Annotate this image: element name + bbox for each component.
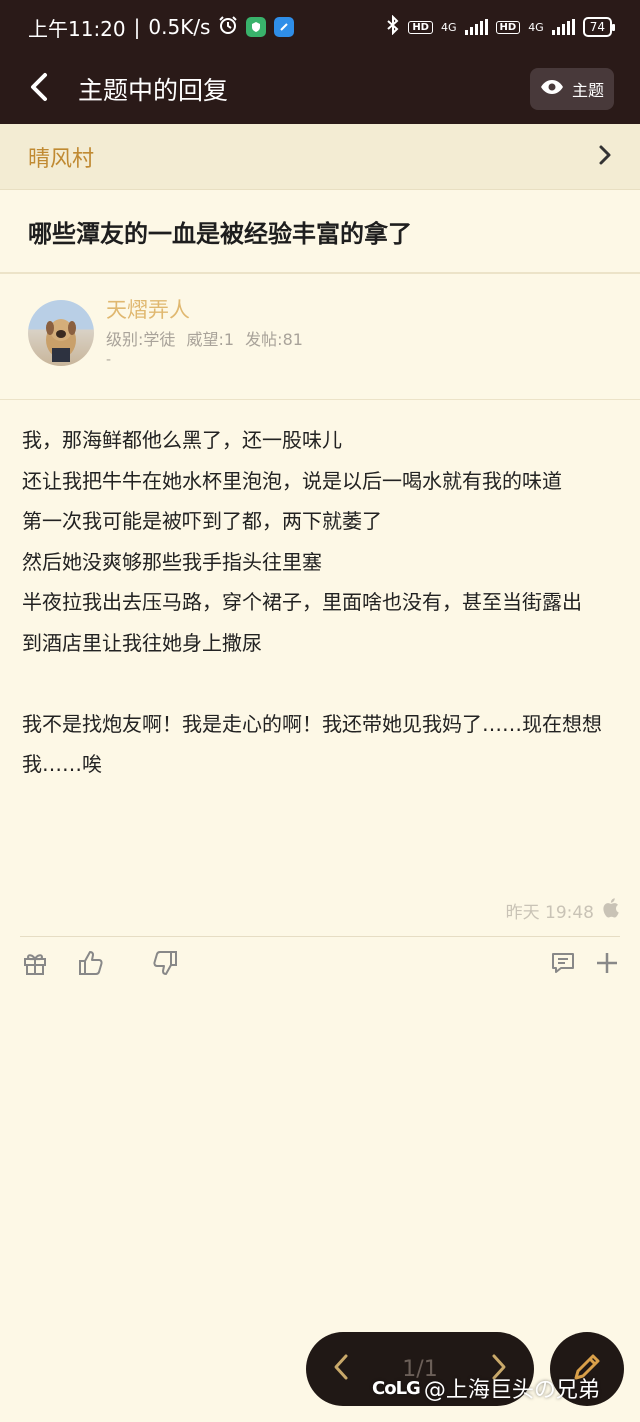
post-time-text: 昨天 19:48 — [505, 903, 594, 923]
network-type-2: 4G — [528, 20, 544, 34]
watermark-logo: CoLG — [372, 1377, 421, 1399]
thumbs-down-icon — [151, 949, 179, 981]
post-line: 我，那海鲜都他么黑了，还一股味儿 — [22, 428, 342, 452]
signal-icon-1 — [464, 19, 488, 35]
page-title: 主题中的回复 — [78, 76, 229, 105]
post-line: 然后她没爽够那些我手指头往里塞 — [22, 549, 322, 574]
post-timestamp: 昨天 19:48 — [506, 898, 620, 923]
view-topic-label: 主题 — [571, 81, 604, 100]
post-line: 还让我把牛牛在她水杯里泡泡，说是以后一喝水就有我的味道 — [22, 468, 562, 493]
post-line: 第一次我可能是被吓到了都，两下就萎了 — [22, 509, 382, 533]
hd-badge-2: HD — [495, 20, 521, 34]
watermark: CoLG @上海巨头の兄弟 — [372, 1372, 600, 1404]
author-level: 级别:学徒 — [106, 330, 176, 349]
status-time: 上午11:20 — [28, 16, 126, 41]
apple-icon — [602, 898, 620, 923]
status-separator: | — [133, 15, 141, 39]
plus-icon — [595, 951, 619, 979]
bluetooth-icon — [386, 14, 400, 39]
shield-app-icon — [246, 17, 267, 37]
gift-icon — [22, 950, 48, 980]
divider — [20, 936, 620, 937]
app-notification-icon — [274, 17, 295, 37]
dislike-button[interactable] — [150, 948, 180, 982]
thread-title: 哪些潭友的一血是被经验丰富的拿了 — [0, 190, 640, 274]
author-name[interactable]: 天熠弄人 — [106, 294, 190, 324]
post-line: 半夜拉我出去压马路，穿个裙子，里面啥也没有，甚至当街露出 — [22, 590, 582, 614]
back-button[interactable] — [0, 54, 78, 124]
view-topic-button[interactable]: 主题 — [529, 68, 614, 110]
like-button[interactable] — [76, 948, 106, 982]
forum-name: 晴风村 — [28, 146, 95, 172]
author-info: 天熠弄人 级别:学徒 威望:1 发帖:81 - — [0, 276, 640, 400]
post-line: 到酒店里让我往她身上撒尿 — [22, 630, 262, 655]
avatar[interactable] — [28, 300, 94, 366]
nav-bar: 主题中的回复 主题 — [0, 54, 640, 124]
post-line: 我不是找炮友啊！我是走心的啊！我还带她见我妈了……现在想想我……唉 — [22, 711, 602, 777]
watermark-text: @上海巨头の兄弟 — [423, 1378, 600, 1403]
add-button[interactable] — [592, 948, 622, 982]
signal-icon-2 — [551, 19, 575, 35]
chevron-right-icon — [598, 144, 612, 170]
status-net-speed: 0.5K/s — [148, 15, 211, 39]
post-line — [22, 663, 618, 704]
author-signature: - — [106, 352, 112, 368]
prev-page-button[interactable] — [332, 1353, 350, 1385]
battery-icon: 74 — [582, 17, 616, 37]
chevron-left-icon — [28, 72, 50, 106]
author-prestige: 威望:1 — [186, 330, 235, 349]
comment-icon — [550, 950, 576, 980]
comment-button[interactable] — [548, 948, 578, 982]
network-type-1: 4G — [440, 20, 457, 34]
alarm-icon — [218, 15, 238, 40]
author-meta: 级别:学徒 威望:1 发帖:81 — [106, 326, 303, 350]
hd-badge-1: HD — [408, 20, 433, 34]
thumbs-up-icon — [77, 949, 105, 981]
post-actions — [0, 948, 640, 984]
gift-button[interactable] — [20, 948, 50, 982]
author-posts: 发帖:81 — [245, 330, 303, 349]
forum-link[interactable]: 晴风村 — [0, 124, 640, 190]
post-content: 我，那海鲜都他么黑了，还一股味儿 还让我把牛牛在她水杯里泡泡，说是以后一喝水就有… — [22, 420, 618, 785]
eye-icon — [540, 79, 564, 99]
status-bar: 上午11:20 | 0.5K/s HD 4G HD 4G 74 — [0, 0, 640, 54]
